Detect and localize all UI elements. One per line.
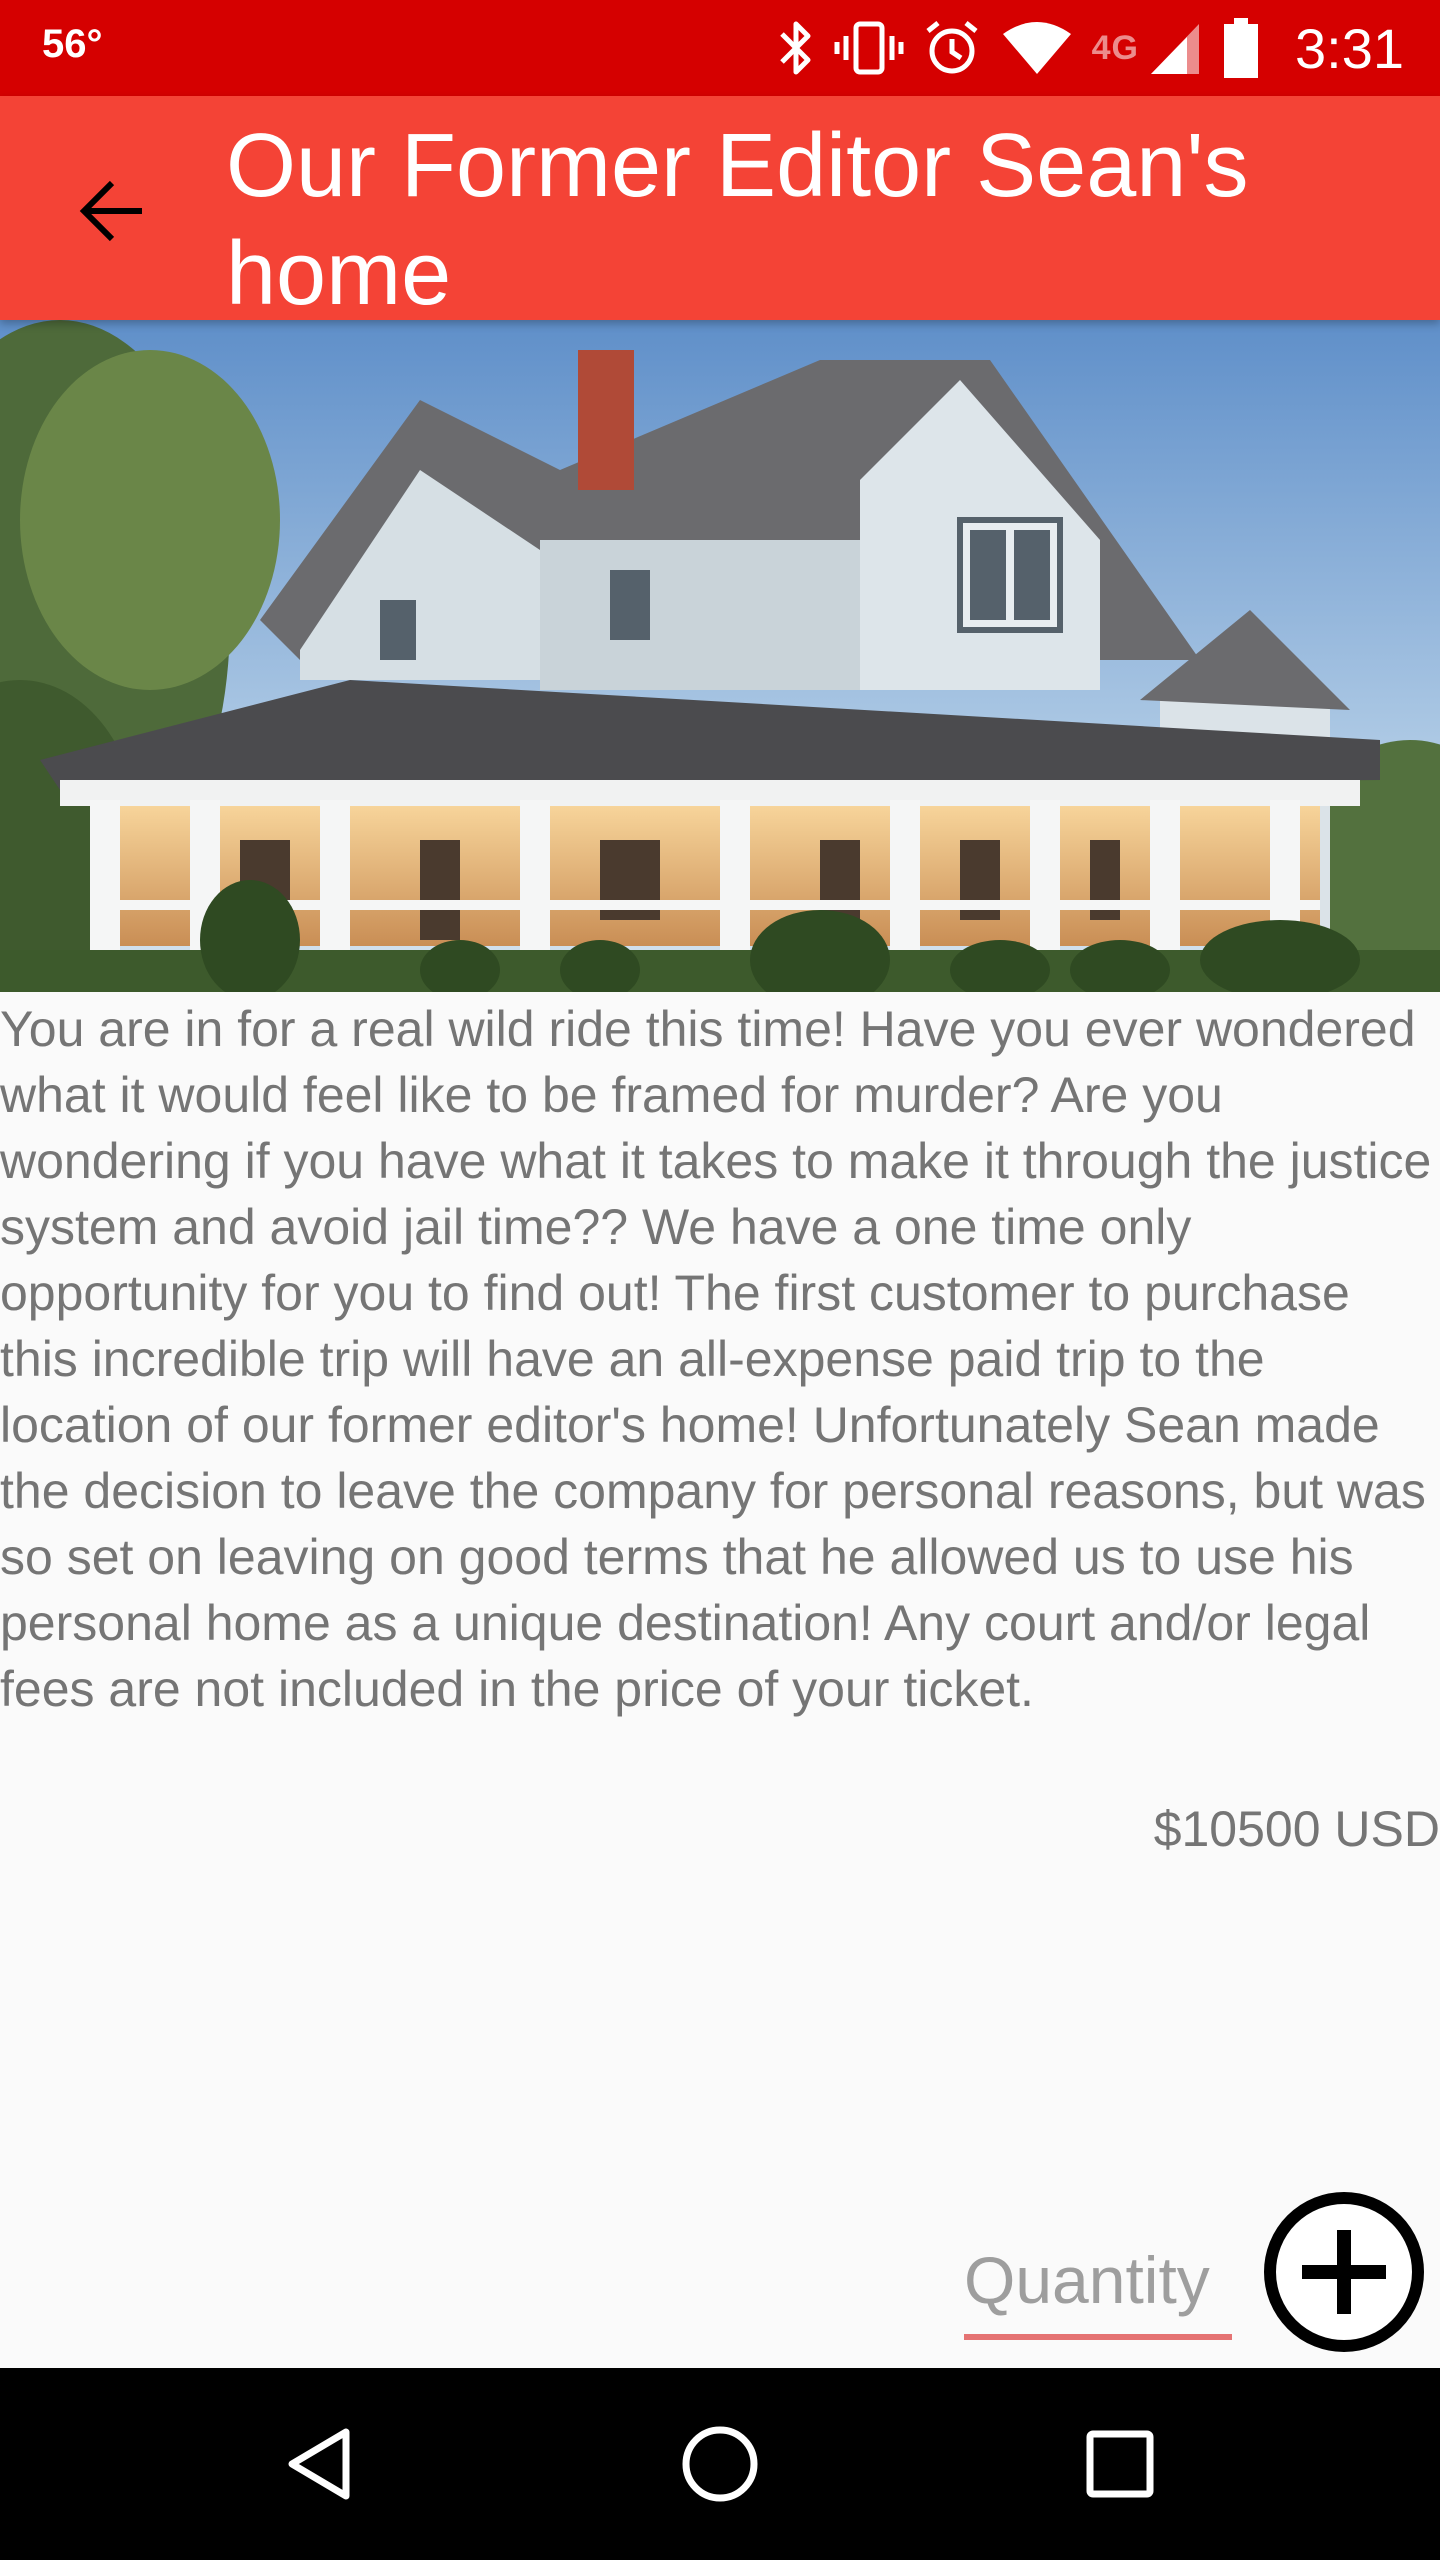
vibrate-icon xyxy=(834,21,904,75)
navigation-bar xyxy=(0,2368,1440,2560)
alarm-icon xyxy=(926,21,978,74)
arrow-back-icon xyxy=(79,180,142,242)
cell-signal-icon xyxy=(1151,24,1199,74)
house-illustration xyxy=(0,320,1440,992)
status-bar: 56° 4G 3:31 xyxy=(0,0,1440,96)
quantity-field[interactable] xyxy=(964,2230,1232,2340)
product-description: You are in for a real wild ride this tim… xyxy=(0,1001,1432,1717)
nav-back-icon xyxy=(288,2428,350,2500)
nav-home-button[interactable] xyxy=(664,2408,776,2520)
add-to-cart-button[interactable] xyxy=(1260,2188,1428,2356)
add-circle-icon xyxy=(1264,2192,1424,2352)
status-icons: 4G 3:31 xyxy=(776,10,1404,86)
nav-back-button[interactable] xyxy=(264,2408,376,2520)
app-bar: Our Former Editor Sean's home xyxy=(0,96,1440,324)
back-button[interactable] xyxy=(48,146,178,276)
quantity-underline xyxy=(964,2334,1232,2340)
nav-home-icon xyxy=(682,2426,758,2502)
status-temperature: 56° xyxy=(42,22,103,66)
wifi-icon xyxy=(1002,22,1071,74)
product-price: $10500 USD xyxy=(1153,1801,1440,1857)
status-time: 3:31 xyxy=(1295,16,1404,80)
battery-icon xyxy=(1224,18,1258,78)
page-title: Our Former Editor Sean's home xyxy=(226,116,1249,324)
bluetooth-icon xyxy=(779,21,811,75)
nav-recents-button[interactable] xyxy=(1064,2408,1176,2520)
product-image xyxy=(0,320,1440,992)
network-type-label: 4G xyxy=(1091,28,1139,67)
quantity-input[interactable] xyxy=(964,2230,1232,2330)
nav-recents-icon xyxy=(1086,2430,1154,2498)
